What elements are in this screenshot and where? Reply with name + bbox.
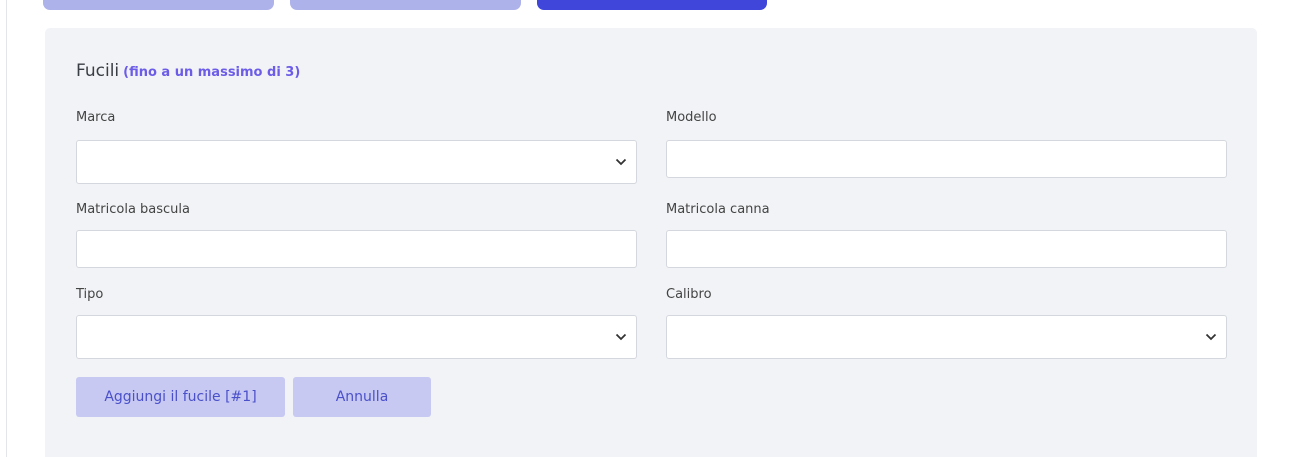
chevron-down-icon (615, 333, 627, 341)
calibro-select[interactable] (666, 315, 1227, 359)
step-tab-3-active[interactable] (537, 0, 767, 10)
chevron-down-icon (615, 158, 627, 166)
section-title-text: Fucili (76, 61, 120, 81)
chevron-down-icon (1205, 333, 1217, 341)
matricola-canna-label: Matricola canna (666, 202, 770, 217)
add-fucile-button[interactable]: Aggiungi il fucile [#1] (76, 377, 285, 417)
cancel-button[interactable]: Annulla (293, 377, 431, 417)
section-title: Fucili (fino a un massimo di 3) (76, 61, 300, 81)
modello-input[interactable] (666, 140, 1227, 178)
fucili-form-panel: Fucili (fino a un massimo di 3) Marca Mod… (45, 28, 1257, 457)
page-divider (6, 0, 7, 457)
marca-label: Marca (76, 110, 116, 125)
tipo-label: Tipo (76, 287, 104, 302)
matricola-canna-input[interactable] (666, 230, 1227, 268)
modello-label: Modello (666, 110, 717, 125)
section-limit-note: (fino a un massimo di 3) (123, 65, 301, 80)
step-tab-1[interactable] (43, 0, 274, 10)
step-tab-2[interactable] (290, 0, 521, 10)
matricola-bascula-label: Matricola bascula (76, 202, 191, 217)
marca-select[interactable] (76, 140, 637, 184)
tipo-select[interactable] (76, 315, 637, 359)
matricola-bascula-input[interactable] (76, 230, 637, 268)
calibro-label: Calibro (666, 287, 712, 302)
